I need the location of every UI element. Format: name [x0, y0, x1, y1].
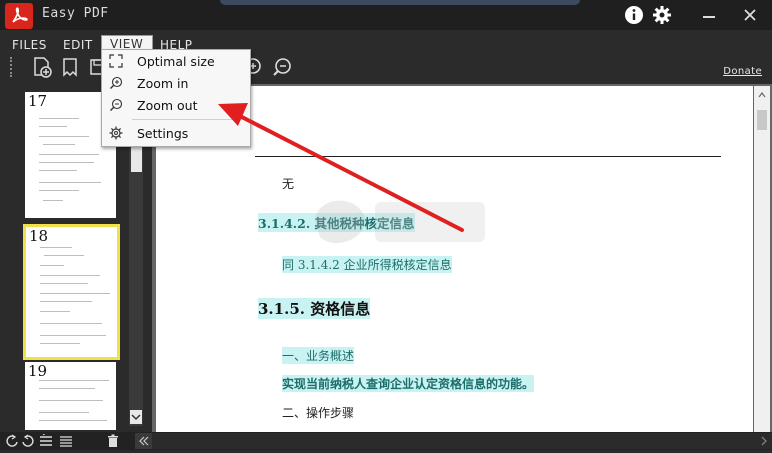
- bookmark-file-icon: [63, 58, 77, 77]
- new-document-button[interactable]: [30, 55, 54, 79]
- info-button[interactable]: [621, 2, 647, 28]
- list-button[interactable]: [58, 433, 74, 449]
- document-scrollbar-thumb[interactable]: [757, 110, 767, 130]
- doc-line: 实现当前纳税人查询企业认定资格信息的功能。: [282, 375, 535, 392]
- zoom-out-icon: [273, 58, 291, 76]
- horizontal-scrollbar[interactable]: [152, 433, 758, 449]
- title-notch: [220, 0, 580, 5]
- menu-item-label: Optimal size: [137, 53, 215, 69]
- page-thumbnail-19[interactable]: 19: [25, 362, 116, 430]
- menu-item-label: Settings: [137, 125, 189, 141]
- rotate-right-button[interactable]: [20, 433, 36, 449]
- doc-line: 二、操作步骤: [282, 406, 355, 420]
- thumbnail-page-number: 18: [29, 227, 49, 245]
- menu-item-label: Zoom out: [137, 97, 198, 113]
- thumbnail-scroll-down-button[interactable]: [130, 410, 142, 424]
- add-file-icon: [34, 57, 52, 78]
- document-scroll-up-button[interactable]: [757, 90, 767, 100]
- delete-button[interactable]: [105, 433, 121, 449]
- minimize-icon: [703, 16, 715, 18]
- open-button[interactable]: [58, 55, 82, 79]
- menu-item-optimal-size[interactable]: Optimal size: [102, 50, 250, 72]
- page-thumbnail-18[interactable]: 18: [23, 224, 120, 360]
- zoom-out-icon: [108, 97, 124, 113]
- header-rule: [255, 156, 721, 157]
- thumbnail-page-number: 17: [28, 92, 48, 110]
- gear-icon: [653, 6, 671, 24]
- toolbar-grip: [10, 57, 14, 77]
- view-menu-dropdown: Optimal size Zoom in Zoom out Settings: [101, 49, 251, 147]
- menu-item-zoom-in[interactable]: Zoom in: [102, 72, 250, 94]
- chevron-up-icon: [758, 92, 766, 98]
- close-icon: [744, 9, 756, 21]
- menu-separator: [132, 119, 248, 120]
- collapse-panel-button[interactable]: [135, 433, 153, 449]
- rotate-right-icon: [22, 434, 34, 447]
- double-chevron-left-icon: [139, 436, 149, 446]
- menu-item-label: Zoom in: [137, 75, 189, 91]
- menu-item-settings[interactable]: Settings: [102, 122, 250, 144]
- chevron-down-icon: [131, 414, 141, 421]
- settings-button[interactable]: [649, 2, 675, 28]
- scroll-right-button[interactable]: [758, 433, 772, 449]
- list-icon: [60, 436, 72, 447]
- arrange-icon: [40, 434, 52, 446]
- app-logo: [5, 3, 33, 29]
- doc-line: 无: [282, 177, 295, 191]
- chevron-right-icon: [761, 436, 767, 446]
- zoom-in-icon: [108, 75, 124, 91]
- close-window-button[interactable]: [737, 2, 763, 28]
- menu-item-zoom-out[interactable]: Zoom out: [102, 94, 250, 116]
- arrange-button[interactable]: [38, 433, 54, 449]
- minimize-button[interactable]: [696, 2, 722, 28]
- trash-icon: [108, 434, 118, 447]
- pdf-logo-icon: [12, 7, 28, 23]
- doc-heading: 3.1.5. 资格信息: [258, 298, 371, 319]
- rotate-left-button[interactable]: [4, 433, 20, 449]
- app-title: Easy PDF: [42, 6, 109, 21]
- fit-icon: [108, 53, 124, 69]
- donate-link[interactable]: Donate: [723, 66, 762, 77]
- thumbnail-page-number: 19: [28, 362, 48, 380]
- rotate-left-icon: [6, 434, 18, 447]
- document-scrollbar[interactable]: [754, 86, 770, 432]
- watermark-logo: [315, 200, 485, 244]
- doc-line: 一、业务概述: [282, 347, 355, 364]
- info-icon: [625, 6, 643, 24]
- gear-icon: [108, 125, 124, 141]
- zoom-out-button[interactable]: [270, 55, 294, 79]
